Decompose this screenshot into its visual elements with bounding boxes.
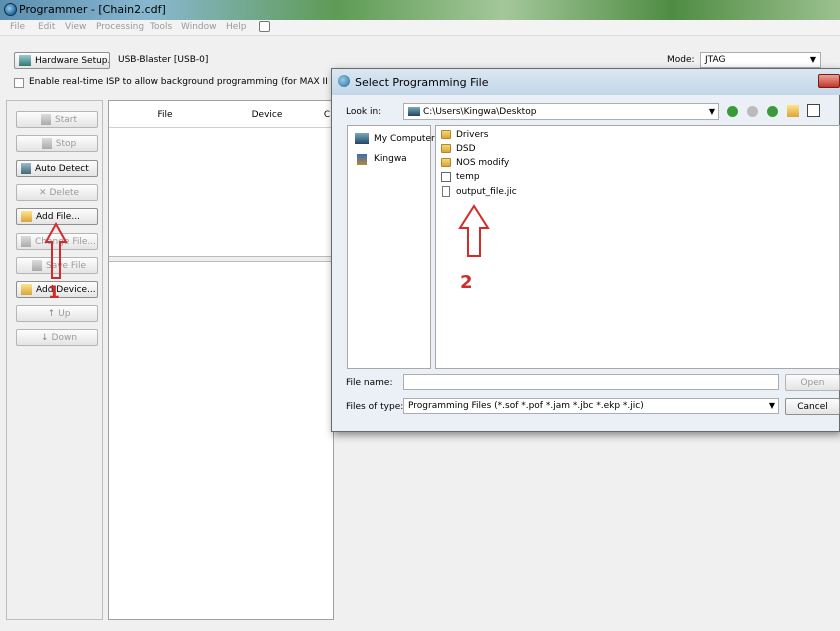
up-button[interactable]: ↑ Up — [16, 305, 98, 322]
look-in-select[interactable]: C:\Users\Kingwa\Desktop ▼ — [403, 103, 719, 120]
mode-select[interactable]: JTAG ▼ — [700, 52, 821, 68]
folder-icon — [441, 144, 451, 153]
stop-icon — [41, 138, 52, 149]
menu-edit[interactable]: Edit — [38, 22, 55, 32]
files-of-type-label: Files of type: — [346, 402, 404, 412]
forward-icon[interactable] — [747, 106, 758, 117]
hardware-setup-label: Hardware Setup... — [35, 55, 110, 66]
mode-label: Mode: — [667, 55, 695, 65]
file-name-label: File name: — [346, 378, 393, 388]
folder-icon — [441, 158, 451, 167]
look-in-label: Look in: — [346, 107, 382, 117]
column-file[interactable]: File — [130, 101, 200, 128]
auto-detect-button[interactable]: Auto Detect — [16, 160, 98, 177]
delete-label: Delete — [49, 187, 80, 198]
place-my-computer[interactable]: My Computer — [374, 134, 435, 144]
up-label: Up — [58, 308, 71, 319]
list-view-icon[interactable] — [807, 104, 820, 117]
left-button-panel — [6, 100, 103, 620]
file-item-drivers[interactable]: Drivers — [456, 130, 488, 140]
dialog-app-icon — [338, 75, 350, 87]
start-label: Start — [55, 114, 77, 125]
start-icon — [41, 114, 51, 125]
hardware-setup-button[interactable]: Hardware Setup... — [14, 52, 110, 69]
delete-icon: ✕ — [38, 187, 47, 198]
isp-checkbox[interactable] — [14, 78, 24, 88]
add-device-icon — [21, 284, 32, 295]
stop-label: Stop — [55, 138, 77, 149]
shortcut-icon — [441, 172, 451, 182]
add-file-label: Add File... — [36, 211, 80, 222]
back-icon[interactable] — [727, 106, 738, 117]
status-bar — [0, 621, 840, 631]
files-of-type-select[interactable]: Programming Files (*.sof *.pof *.jam *.j… — [403, 398, 779, 414]
file-name-input[interactable] — [403, 374, 779, 390]
change-file-icon — [21, 236, 31, 247]
menu-view[interactable]: View — [65, 22, 86, 32]
mode-value: JTAG — [705, 55, 726, 65]
annotation-step-1: 1 — [48, 283, 60, 303]
annotation-arrow-up — [458, 204, 490, 257]
down-button[interactable]: ↓ Down — [16, 329, 98, 346]
place-kingwa[interactable]: Kingwa — [374, 154, 407, 164]
computer-icon — [408, 107, 420, 116]
stop-button[interactable]: Stop — [16, 135, 98, 152]
save-file-icon — [31, 260, 42, 271]
grid-splitter[interactable] — [109, 256, 333, 262]
auto-detect-icon — [21, 163, 31, 174]
menu-file[interactable]: File — [10, 22, 25, 32]
file-item-temp[interactable]: temp — [456, 172, 480, 182]
dialog-close-button[interactable] — [818, 74, 840, 88]
new-folder-icon[interactable] — [787, 105, 799, 117]
add-device-label: Add Device... — [36, 284, 96, 295]
file-item-dsd[interactable]: DSD — [456, 144, 476, 154]
start-button[interactable]: Start — [16, 111, 98, 128]
up-folder-icon[interactable] — [767, 106, 778, 117]
add-file-icon — [21, 211, 32, 222]
auto-detect-label: Auto Detect — [35, 163, 89, 174]
user-icon — [357, 154, 367, 165]
device-grid[interactable] — [108, 100, 334, 620]
cancel-button[interactable]: Cancel — [785, 398, 840, 415]
menu-processing[interactable]: Processing — [96, 22, 144, 32]
file-icon — [442, 186, 450, 197]
dialog-title: Select Programming File — [355, 76, 489, 89]
look-in-value: C:\Users\Kingwa\Desktop — [423, 106, 537, 117]
hardware-value: USB-Blaster [USB-0] — [118, 55, 209, 65]
files-of-type-value: Programming Files (*.sof *.pof *.jam *.j… — [408, 401, 644, 411]
menu-help[interactable]: Help — [226, 22, 247, 32]
menu-window[interactable]: Window — [181, 22, 217, 32]
menu-tools[interactable]: Tools — [150, 22, 172, 32]
app-icon — [4, 3, 17, 16]
my-computer-icon — [355, 133, 369, 144]
open-button[interactable]: Open — [785, 374, 840, 391]
file-item-output-jic[interactable]: output_file.jic — [456, 187, 517, 197]
folder-icon — [441, 130, 451, 139]
whats-this-icon[interactable] — [259, 21, 270, 32]
column-device[interactable]: Device — [232, 101, 302, 128]
isp-checkbox-label: Enable real-time ISP to allow background… — [29, 77, 380, 87]
arrow-up-icon: ↑ — [47, 308, 56, 319]
delete-button[interactable]: ✕ Delete — [16, 184, 98, 201]
annotation-arrow-up — [44, 222, 68, 279]
file-item-nos-modify[interactable]: NOS modify — [456, 158, 509, 168]
chevron-down-icon: ▼ — [768, 401, 775, 410]
annotation-step-2: 2 — [460, 272, 473, 293]
window-title: Programmer - [Chain2.cdf] — [19, 3, 166, 16]
hardware-icon — [19, 55, 31, 66]
chevron-down-icon: ▼ — [809, 55, 816, 64]
arrow-down-icon: ↓ — [40, 332, 49, 343]
chevron-down-icon: ▼ — [708, 107, 715, 116]
down-label: Down — [51, 332, 78, 343]
